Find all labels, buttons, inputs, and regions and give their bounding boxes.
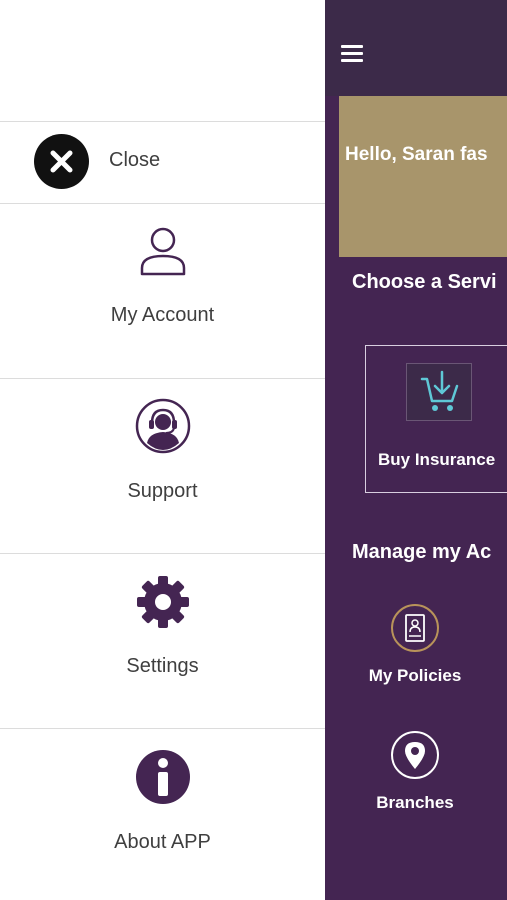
buy-insurance-card[interactable]: Buy Insurance (365, 345, 507, 493)
policy-document-icon (391, 604, 439, 652)
close-icon[interactable] (34, 134, 89, 189)
close-label: Close (109, 149, 161, 171)
menu-item-label: About APP (114, 831, 211, 853)
hamburger-menu-icon[interactable] (341, 45, 363, 63)
gear-icon (0, 574, 325, 630)
menu-item-about-app[interactable]: About APP (0, 729, 325, 900)
navigation-drawer: Close My Account Support Settings About … (0, 0, 325, 900)
choose-service-title: Choose a Servi (352, 271, 497, 293)
menu-item-label: My Account (110, 304, 215, 326)
menu-item-support[interactable]: Support (0, 379, 325, 554)
close-drawer-button[interactable]: Close (0, 121, 325, 204)
location-pin-icon (391, 731, 439, 779)
buy-insurance-label: Buy Insurance (378, 450, 496, 469)
cart-download-icon (406, 363, 472, 421)
menu-item-settings[interactable]: Settings (0, 554, 325, 729)
user-icon (0, 226, 325, 278)
manage-account-title: Manage my Ac (352, 541, 492, 563)
info-icon (0, 749, 325, 805)
main-screen: Hello, Saran fas Choose a Servi Buy Insu… (325, 0, 507, 900)
headset-icon (0, 397, 325, 455)
my-policies-label: My Policies (368, 666, 462, 685)
menu-item-label: Settings (126, 655, 199, 677)
top-bar (325, 0, 507, 96)
menu-item-label: Support (127, 480, 198, 502)
branches-label: Branches (376, 793, 454, 812)
menu-item-my-account[interactable]: My Account (0, 203, 325, 379)
greeting-text: Hello, Saran fas (345, 144, 488, 165)
greeting-banner: Hello, Saran fas (339, 96, 507, 257)
